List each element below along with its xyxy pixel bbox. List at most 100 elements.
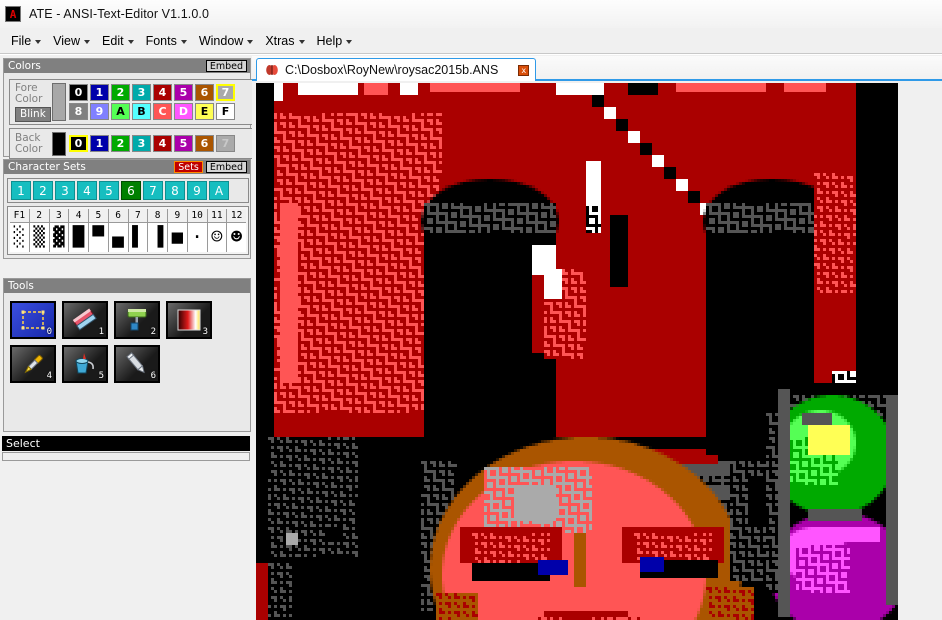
tool-number-3: 3 <box>202 327 208 337</box>
charset-button-8[interactable]: 8 <box>165 181 185 200</box>
menu-xtras[interactable]: Xtras <box>260 32 311 50</box>
fkey-cell-3[interactable]: 3 ▓ <box>49 209 70 252</box>
fill-tool[interactable]: 5 <box>62 345 108 383</box>
charset-button-2[interactable]: 2 <box>33 181 53 200</box>
eraser-tool[interactable]: 1 <box>62 301 108 339</box>
fore-swatch-grid: 01234567 89ABCDEF <box>69 84 235 120</box>
back-color-swatch-5[interactable]: 5 <box>174 135 193 152</box>
back-color-swatch-7[interactable]: 7 <box>216 135 235 152</box>
ansi-canvas-container[interactable] <box>256 83 898 620</box>
fkey-label-4: 4 <box>69 209 88 223</box>
colors-panel: Colors Embed Fore Color Blink 01234567 8… <box>3 58 253 159</box>
fkey-cell-6[interactable]: 6 ▄ <box>108 209 129 252</box>
eyedropper-tool[interactable]: 4 <box>10 345 56 383</box>
fore-color-swatch-6[interactable]: 6 <box>195 84 214 101</box>
fore-color-swatch-5[interactable]: 5 <box>174 84 193 101</box>
fore-color-swatch-B[interactable]: B <box>132 103 151 120</box>
menu-window-label: Window <box>198 34 244 48</box>
fore-color-swatch-D[interactable]: D <box>174 103 193 120</box>
back-color-swatch-0[interactable]: 0 <box>69 135 88 152</box>
charset-button-1[interactable]: 1 <box>11 181 31 200</box>
fkey-cell-11[interactable]: 11 ☺ <box>207 209 228 252</box>
fkey-glyph-2: ▒ <box>29 223 49 252</box>
menu-window[interactable]: Window <box>194 32 260 50</box>
fore-color-swatch-C[interactable]: C <box>153 103 172 120</box>
fore-color-swatch-2[interactable]: 2 <box>111 84 130 101</box>
blink-toggle[interactable]: Blink <box>15 106 51 122</box>
menu-help[interactable]: Help <box>312 32 360 50</box>
menu-edit[interactable]: Edit <box>97 32 141 50</box>
charset-button-5[interactable]: 5 <box>99 181 119 200</box>
document-tab[interactable]: C:\Dosbox\RoyNew\roysac2015b.ANS x <box>256 58 537 81</box>
colors-embed-button[interactable]: Embed <box>205 60 247 72</box>
charset-button-3[interactable]: 3 <box>55 181 75 200</box>
charsets-embed-button[interactable]: Embed <box>205 161 247 173</box>
menu-file[interactable]: File <box>6 32 48 50</box>
fore-color-label-line1: Fore <box>15 81 38 94</box>
fore-color-swatch-F[interactable]: F <box>216 103 235 120</box>
back-color-swatch-4[interactable]: 4 <box>153 135 172 152</box>
charset-button-7[interactable]: 7 <box>143 181 163 200</box>
select-tool[interactable]: 0 <box>10 301 56 339</box>
fkey-cell-2[interactable]: 2 ▒ <box>29 209 50 252</box>
charset-button-4[interactable]: 4 <box>77 181 97 200</box>
fore-color-swatch-1[interactable]: 1 <box>90 84 109 101</box>
fore-current-swatch <box>52 83 66 121</box>
charsets-panel-title: Character Sets <box>8 161 86 173</box>
ansi-art-canvas[interactable] <box>256 83 898 620</box>
fkey-cell-8[interactable]: 8 ▐ <box>148 209 168 252</box>
eraser-icon <box>70 307 100 333</box>
back-color-swatch-2[interactable]: 2 <box>111 135 130 152</box>
chevron-down-icon <box>346 40 353 44</box>
back-color-swatch-3[interactable]: 3 <box>132 135 151 152</box>
back-color-block: Back Color 01234567 <box>9 128 253 159</box>
back-color-swatch-6[interactable]: 6 <box>195 135 214 152</box>
charset-button-9[interactable]: 9 <box>187 181 207 200</box>
fkey-label-6: 6 <box>108 209 128 223</box>
fkey-cell-7[interactable]: 7 ▌ <box>128 209 149 252</box>
gradient-tool[interactable]: 3 <box>166 301 212 339</box>
chevron-down-icon <box>84 40 91 44</box>
fkey-label-10: 10 <box>187 209 207 223</box>
tool-status-bar: Select <box>2 436 250 451</box>
fkey-cell-4[interactable]: 4 █ <box>69 209 89 252</box>
fore-color-swatch-7[interactable]: 7 <box>216 84 235 101</box>
fkey-cell-10[interactable]: 10 · <box>187 209 208 252</box>
roller-tool[interactable]: 2 <box>114 301 160 339</box>
fkey-cell-5[interactable]: 5 ▀ <box>89 209 109 252</box>
eyedropper-icon <box>18 351 48 377</box>
fkey-glyph-7: ▌ <box>128 223 148 252</box>
menu-view[interactable]: View <box>48 32 97 50</box>
menu-fonts[interactable]: Fonts <box>141 32 194 50</box>
pencil-tool[interactable]: 6 <box>114 345 160 383</box>
fore-color-swatch-4[interactable]: 4 <box>153 84 172 101</box>
back-color-swatch-1[interactable]: 1 <box>90 135 109 152</box>
fore-color-swatch-A[interactable]: A <box>111 103 130 120</box>
fkey-glyph-F1: ░ <box>10 223 29 252</box>
fore-color-swatch-0[interactable]: 0 <box>69 84 88 101</box>
fore-color-swatch-8[interactable]: 8 <box>69 103 88 120</box>
fore-color-swatch-3[interactable]: 3 <box>132 84 151 101</box>
charset-button-row: 123456789A <box>7 178 249 203</box>
charset-button-A[interactable]: A <box>209 181 229 200</box>
fore-color-block: Fore Color Blink 01234567 89ABCDEF <box>9 79 253 125</box>
left-dock: Colors Embed Fore Color Blink 01234567 8… <box>0 56 253 620</box>
charsets-sets-button[interactable]: Sets <box>174 161 203 173</box>
back-swatch-grid: 01234567 <box>69 135 235 152</box>
chevron-down-icon <box>180 40 187 44</box>
close-icon[interactable]: x <box>518 64 530 76</box>
fkey-cell-12[interactable]: 12 ☻ <box>227 209 246 252</box>
fkey-cell-9[interactable]: 9 ■ <box>168 209 188 252</box>
menu-xtras-label: Xtras <box>265 34 295 48</box>
fkey-glyph-6: ▄ <box>108 223 128 252</box>
fkey-label-5: 5 <box>89 209 108 223</box>
fkey-cell-F1[interactable]: F1 ░ <box>10 209 30 252</box>
ansi-doc-icon <box>266 65 278 75</box>
fore-color-swatch-E[interactable]: E <box>195 103 214 120</box>
fkey-label-12: 12 <box>227 209 246 223</box>
charset-button-6[interactable]: 6 <box>121 181 141 200</box>
tools-grid: 0 1 2 3 4 5 6 <box>8 297 248 387</box>
app-logo-icon: A <box>5 6 21 22</box>
fore-color-swatch-9[interactable]: 9 <box>90 103 109 120</box>
fkey-glyph-5: ▀ <box>89 223 108 252</box>
